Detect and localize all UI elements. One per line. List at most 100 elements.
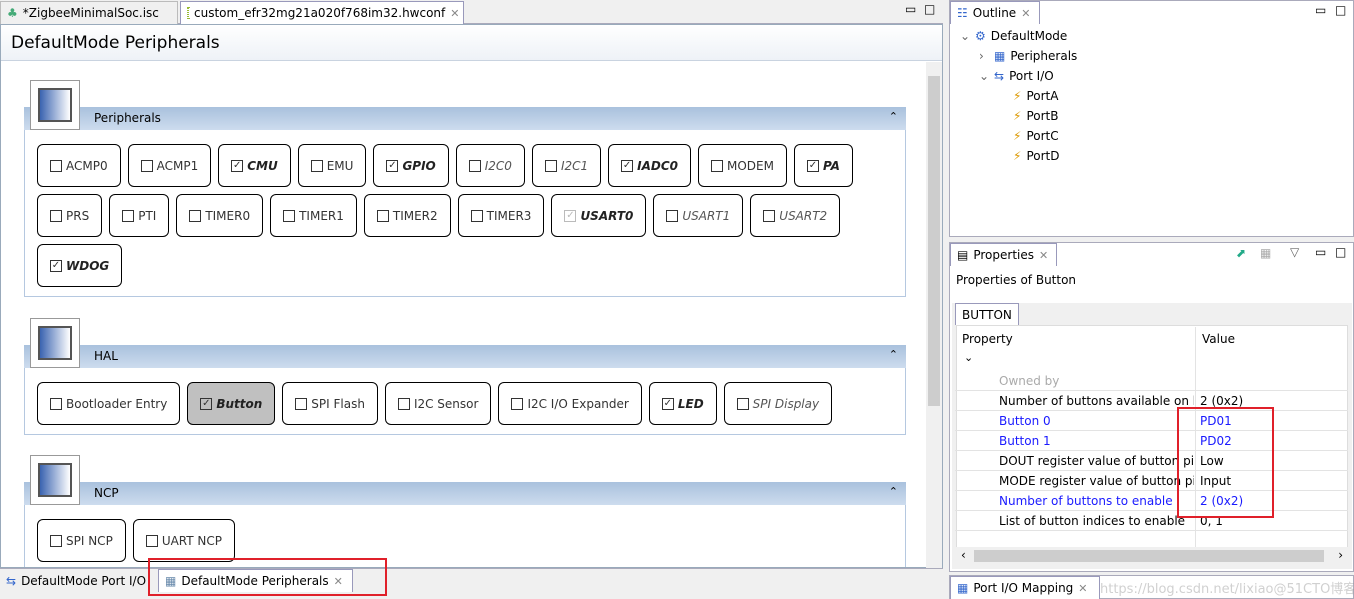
module-i2c1[interactable]: I2C1 — [531, 144, 602, 187]
checkbox[interactable] — [544, 159, 557, 172]
tab-port-io-mapping[interactable]: ▦ Port I/O Mapping ✕ — [950, 576, 1100, 599]
collapse-icon[interactable]: ⌃ — [889, 110, 898, 123]
module-pti[interactable]: PTI — [109, 194, 170, 237]
editor-scrollbar[interactable] — [926, 62, 942, 568]
filter-advanced-icon[interactable]: ▦ — [1260, 246, 1271, 260]
tree-item-porta[interactable]: ⚡ PortA — [998, 89, 1058, 103]
module-timer0[interactable]: TIMER0 — [176, 194, 264, 237]
property-row[interactable]: DOUT register value of button pin Low — [955, 451, 1348, 471]
module-emu[interactable]: EMU — [297, 144, 367, 187]
tab-outline[interactable]: ☷ Outline ✕ — [950, 1, 1040, 24]
module-bootloader-entry[interactable]: Bootloader Entry — [37, 382, 181, 425]
checkbox[interactable] — [50, 209, 62, 222]
module-gpio[interactable]: ✓ GPIO — [373, 144, 449, 187]
checkbox[interactable]: ✓ — [386, 159, 399, 172]
checkbox[interactable] — [711, 159, 723, 172]
module-usart2[interactable]: USART2 — [750, 194, 841, 237]
module-spi-ncp[interactable]: SPI NCP — [37, 519, 126, 562]
module-acmp1[interactable]: ACMP1 — [127, 144, 212, 187]
module-pa[interactable]: ✓ PA — [793, 144, 853, 187]
checkbox[interactable] — [397, 397, 410, 410]
collapsed-chevron-icon[interactable]: › — [979, 49, 989, 63]
property-row[interactable]: Button 1 PD02 — [955, 431, 1348, 451]
module-led[interactable]: ✓ LED — [648, 382, 717, 425]
collapse-icon[interactable]: ⌃ — [889, 348, 898, 361]
close-icon[interactable]: ✕ — [1021, 7, 1030, 20]
collapse-chevron-icon[interactable]: ⌄ — [964, 351, 973, 364]
checkbox[interactable] — [145, 534, 158, 547]
tree-item-portd[interactable]: ⚡ PortD — [998, 149, 1059, 163]
module-i2c-sensor[interactable]: I2C Sensor — [384, 382, 492, 425]
minimize-icon[interactable]: ▭ — [1315, 245, 1326, 259]
tree-item-peripherals[interactable]: › ▦ Peripherals — [979, 49, 1077, 63]
checkbox[interactable] — [736, 397, 749, 410]
property-row[interactable]: Owned by — [955, 371, 1348, 391]
property-value[interactable]: 2 (0x2) — [1200, 394, 1243, 408]
checkbox[interactable]: ✓ — [806, 159, 819, 172]
property-row[interactable]: MODE register value of button pin Input — [955, 471, 1348, 491]
close-icon[interactable]: ✕ — [1078, 582, 1087, 595]
checkbox[interactable]: ✓ — [661, 397, 674, 410]
module-uart-ncp[interactable]: UART NCP — [132, 519, 236, 562]
checkbox[interactable] — [189, 209, 202, 222]
checkbox[interactable] — [376, 209, 389, 222]
checkbox[interactable]: ✓ — [200, 397, 213, 410]
module-usart1[interactable]: USART1 — [653, 194, 744, 237]
checkbox[interactable] — [470, 209, 483, 222]
module-i2c-i-o-expander[interactable]: I2C I/O Expander — [498, 382, 642, 425]
close-icon[interactable]: ✕ — [1039, 249, 1048, 262]
minimize-icon[interactable]: ▭ — [905, 2, 916, 16]
module-acmp0[interactable]: ACMP0 — [37, 144, 121, 187]
module-iadc0[interactable]: ✓ IADC0 — [608, 144, 691, 187]
checkbox[interactable] — [310, 159, 323, 172]
pin-icon[interactable]: ⬈ — [1236, 246, 1246, 260]
checkbox[interactable] — [50, 159, 62, 172]
module-timer1[interactable]: TIMER1 — [270, 194, 357, 237]
checkbox[interactable] — [283, 209, 296, 222]
property-row[interactable]: Button 0 PD01 — [955, 411, 1348, 431]
tab-button[interactable]: BUTTON — [955, 303, 1019, 325]
checkbox[interactable] — [511, 397, 524, 410]
section-header-hal[interactable]: HAL ⌃ — [24, 345, 906, 368]
checkbox[interactable] — [50, 534, 62, 547]
expanded-chevron-icon[interactable]: ⌄ — [979, 69, 989, 83]
minimize-icon[interactable]: ▭ — [1315, 3, 1326, 17]
checkbox[interactable] — [763, 209, 776, 222]
tab-properties[interactable]: ▤ Properties ✕ — [950, 243, 1057, 266]
view-menu-icon[interactable]: ▽ — [1290, 245, 1299, 259]
module-modem[interactable]: MODEM — [698, 144, 787, 187]
checkbox[interactable] — [468, 159, 481, 172]
module-prs[interactable]: PRS — [37, 194, 103, 237]
section-header-ncp[interactable]: NCP ⌃ — [24, 482, 906, 505]
close-icon[interactable]: ✕ — [450, 7, 459, 20]
module-timer2[interactable]: TIMER2 — [363, 194, 451, 237]
horizontal-scrollbar[interactable]: ‹ › — [956, 547, 1348, 565]
tree-item-defaultmode[interactable]: ⌄ ⚙ DefaultMode — [960, 29, 1067, 43]
module-usart0[interactable]: ✓ USART0 — [551, 194, 647, 237]
module-button[interactable]: ✓ Button — [187, 382, 276, 425]
module-spi-flash[interactable]: SPI Flash — [282, 382, 378, 425]
checkbox[interactable] — [50, 397, 62, 410]
module-wdog[interactable]: ✓ WDOG — [37, 244, 123, 287]
column-header-property[interactable]: Property — [962, 332, 1013, 346]
checkbox[interactable] — [140, 159, 153, 172]
checkbox[interactable]: ✓ — [50, 259, 62, 272]
maximize-icon[interactable]: □ — [1335, 245, 1346, 259]
tree-item-portc[interactable]: ⚡ PortC — [998, 129, 1059, 143]
collapse-icon[interactable]: ⌃ — [889, 485, 898, 498]
section-header-peripherals[interactable]: Peripherals ⌃ — [24, 107, 906, 130]
checkbox[interactable] — [122, 209, 135, 222]
tab-zigbee-isc[interactable]: ♣ *ZigbeeMinimalSoc.isc — [0, 1, 178, 24]
module-cmu[interactable]: ✓ CMU — [218, 144, 291, 187]
module-i2c0[interactable]: I2C0 — [455, 144, 525, 187]
module-spi-display[interactable]: SPI Display — [723, 382, 833, 425]
checkbox[interactable]: ✓ — [564, 209, 577, 222]
module-timer3[interactable]: TIMER3 — [457, 194, 545, 237]
maximize-icon[interactable]: □ — [1335, 3, 1346, 17]
property-row[interactable]: Number of buttons available on board 2 (0… — [955, 391, 1348, 411]
tree-item-portb[interactable]: ⚡ PortB — [998, 109, 1058, 123]
tab-port-io[interactable]: ⇆ DefaultMode Port I/O — [0, 569, 158, 592]
checkbox[interactable]: ✓ — [621, 159, 634, 172]
column-header-value[interactable]: Value — [1202, 332, 1235, 346]
property-row[interactable]: List of button indices to enable 0, 1 — [955, 511, 1348, 531]
